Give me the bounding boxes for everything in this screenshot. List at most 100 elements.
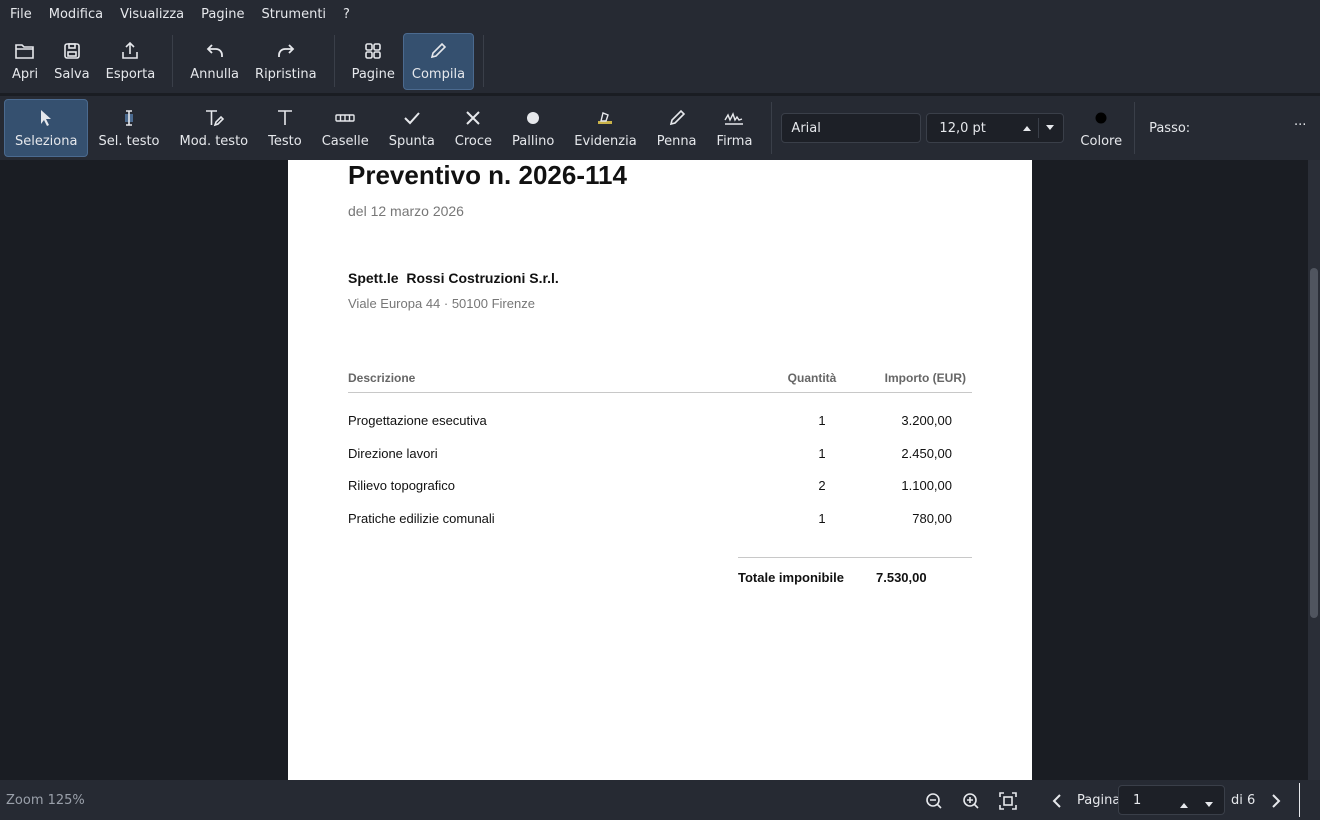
row-description: Direzione lavori bbox=[348, 446, 438, 461]
sign-label: Firma bbox=[716, 134, 753, 149]
sign-tool-button[interactable]: Firma bbox=[707, 99, 763, 157]
menu-edit[interactable]: Modifica bbox=[43, 0, 109, 29]
tools-toolbar: Seleziona Sel. testo Mod. testo Testo Ca… bbox=[0, 96, 1320, 160]
fill-label: Compila bbox=[411, 67, 466, 82]
row-amount: 1.100,00 bbox=[901, 478, 952, 493]
save-icon bbox=[61, 40, 83, 62]
boxes-tool-button[interactable]: Caselle bbox=[312, 99, 379, 157]
header-quantity: Quantità bbox=[787, 371, 837, 385]
row-quantity: 1 bbox=[818, 446, 826, 461]
dot-tool-button[interactable]: Pallino bbox=[502, 99, 564, 157]
pages-button[interactable]: Pagine bbox=[344, 33, 403, 90]
toolbar-separator bbox=[1134, 102, 1136, 154]
row-quantity: 1 bbox=[818, 413, 826, 428]
edit-text-label: Mod. testo bbox=[179, 134, 249, 149]
fit-page-icon[interactable] bbox=[997, 790, 1019, 812]
grid-icon bbox=[362, 40, 384, 62]
arrow-down-icon[interactable] bbox=[1038, 118, 1060, 138]
text-tool-label: Testo bbox=[268, 134, 302, 149]
menu-help[interactable]: ? bbox=[337, 0, 356, 29]
main-toolbar: Apri Salva Esporta Annulla Ripristina Pa… bbox=[0, 29, 1320, 93]
row-amount: 780,00 bbox=[912, 511, 952, 526]
highlighter-icon bbox=[594, 107, 616, 129]
text-tool-button[interactable]: Testo bbox=[258, 99, 312, 157]
total-divider bbox=[738, 557, 972, 558]
previous-page-icon[interactable] bbox=[1046, 790, 1068, 812]
menu-pages[interactable]: Pagine bbox=[195, 0, 250, 29]
scrollbar-thumb[interactable] bbox=[1310, 268, 1318, 618]
document-canvas[interactable]: Preventivo n. 2026-114 del 12 marzo 2026… bbox=[0, 160, 1308, 780]
more-options-button[interactable]: ··· bbox=[1294, 118, 1306, 133]
redo-button[interactable]: Ripristina bbox=[247, 33, 325, 90]
color-label: Colore bbox=[1080, 134, 1123, 149]
total-value: 7.530,00 bbox=[876, 570, 927, 585]
client-address: Viale Europa 44 · 50100 Firenze bbox=[348, 296, 535, 311]
row-description: Rilievo topografico bbox=[348, 478, 455, 493]
select-text-label: Sel. testo bbox=[98, 134, 160, 149]
export-button[interactable]: Esporta bbox=[98, 33, 164, 90]
vertical-scrollbar[interactable] bbox=[1308, 160, 1320, 780]
pen-tool-button[interactable]: Penna bbox=[647, 99, 707, 157]
header-amount: Importo (EUR) bbox=[884, 371, 966, 385]
fill-button[interactable]: Compila bbox=[402, 32, 475, 90]
font-family-value: Arial bbox=[791, 120, 821, 136]
undo-button[interactable]: Annulla bbox=[182, 33, 247, 90]
pages-label: Pagine bbox=[351, 67, 395, 82]
select-text-tool-button[interactable]: Sel. testo bbox=[88, 99, 169, 157]
pen-label: Penna bbox=[656, 134, 697, 149]
pencil-icon bbox=[427, 40, 449, 62]
zoom-in-icon[interactable] bbox=[960, 790, 982, 812]
folder-icon bbox=[14, 40, 36, 62]
undo-icon bbox=[204, 40, 226, 62]
font-size-spinbox[interactable]: 12,0 pt bbox=[926, 113, 1065, 143]
pen-icon bbox=[666, 107, 688, 129]
cross-icon bbox=[462, 107, 484, 129]
page-label: Pagina bbox=[1077, 792, 1121, 808]
font-size-value: 12,0 pt bbox=[939, 120, 986, 136]
menu-tools[interactable]: Strumenti bbox=[255, 0, 332, 29]
page-number-spinbox[interactable]: 1 bbox=[1118, 785, 1225, 815]
save-button[interactable]: Salva bbox=[46, 33, 98, 90]
comb-boxes-icon bbox=[334, 107, 356, 129]
cross-tool-button[interactable]: Croce bbox=[445, 99, 502, 157]
zoom-out-icon[interactable] bbox=[923, 790, 945, 812]
edit-text-tool-button[interactable]: Mod. testo bbox=[170, 99, 259, 157]
menu-view[interactable]: Visualizza bbox=[114, 0, 190, 29]
page-count: di 6 bbox=[1231, 792, 1256, 808]
row-amount: 2.450,00 bbox=[901, 446, 952, 461]
arrow-up-icon[interactable] bbox=[1016, 118, 1038, 138]
redo-icon bbox=[275, 40, 297, 62]
table-row: Progettazione esecutiva 1 3.200,00 bbox=[348, 413, 972, 433]
select-tool-button[interactable]: Seleziona bbox=[4, 99, 89, 157]
doc-title: Preventivo n. 2026-114 bbox=[348, 160, 627, 190]
menu-file[interactable]: File bbox=[4, 0, 38, 29]
arrow-down-icon[interactable] bbox=[1204, 797, 1214, 812]
table-row: Pratiche edilizie comunali 1 780,00 bbox=[348, 511, 972, 531]
status-bar: Zoom 125% Pagina 1 di 6 bbox=[0, 780, 1320, 820]
cross-label: Croce bbox=[454, 134, 493, 149]
arrow-up-icon[interactable] bbox=[1179, 797, 1189, 812]
table-row: Direzione lavori 1 2.450,00 bbox=[348, 446, 972, 466]
select-tool-label: Seleziona bbox=[15, 134, 78, 149]
redo-label: Ripristina bbox=[255, 67, 317, 82]
page-number-value: 1 bbox=[1133, 792, 1142, 808]
undo-label: Annulla bbox=[190, 67, 240, 82]
next-page-icon[interactable] bbox=[1265, 790, 1287, 812]
highlight-tool-button[interactable]: Evidenzia bbox=[564, 99, 646, 157]
zoom-level: Zoom 125% bbox=[6, 792, 85, 808]
check-label: Spunta bbox=[388, 134, 435, 149]
row-description: Progettazione esecutiva bbox=[348, 413, 487, 428]
open-label: Apri bbox=[12, 67, 39, 82]
cursor-icon bbox=[35, 107, 57, 129]
open-button[interactable]: Apri bbox=[4, 33, 46, 90]
status-separator bbox=[1299, 783, 1300, 817]
dot-icon bbox=[522, 107, 544, 129]
row-description: Pratiche edilizie comunali bbox=[348, 511, 495, 526]
check-tool-button[interactable]: Spunta bbox=[379, 99, 445, 157]
document-page[interactable]: Preventivo n. 2026-114 del 12 marzo 2026… bbox=[288, 160, 1032, 780]
font-family-field[interactable]: Arial bbox=[781, 113, 922, 143]
row-quantity: 2 bbox=[818, 478, 826, 493]
signature-icon bbox=[723, 107, 745, 129]
row-quantity: 1 bbox=[818, 511, 826, 526]
color-button[interactable]: Colore bbox=[1070, 99, 1132, 157]
